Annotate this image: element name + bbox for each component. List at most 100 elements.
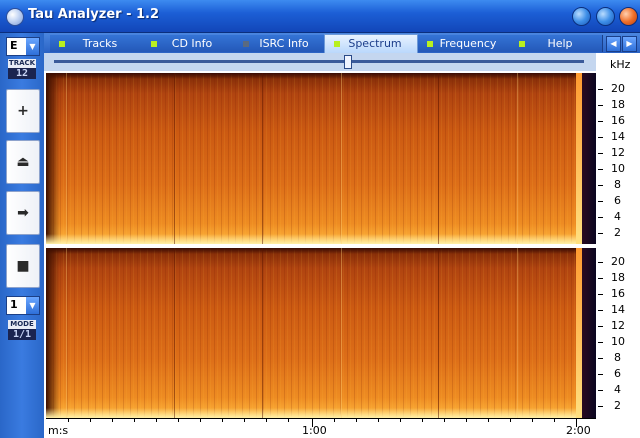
spectrogram-streak xyxy=(341,248,342,418)
freq-tick-line xyxy=(598,121,603,122)
spectrogram-streak xyxy=(174,73,175,244)
mode-value: 1/1 xyxy=(8,329,36,340)
freq-tick-label: 12 xyxy=(611,319,625,332)
time-tick xyxy=(510,419,511,422)
freq-tick-line xyxy=(598,278,603,279)
time-axis: m:s 1:00 2:00 xyxy=(46,418,596,438)
freq-tick-line xyxy=(598,294,603,295)
freq-tick-label: 18 xyxy=(611,98,625,111)
drive-select[interactable]: E ▼ xyxy=(6,37,40,56)
minimize-button[interactable] xyxy=(572,7,591,26)
time-tick xyxy=(400,419,401,422)
freq-tick-line xyxy=(598,201,603,202)
window-title: Tau Analyzer - 1.2 xyxy=(28,7,160,22)
maximize-button[interactable] xyxy=(596,7,615,26)
tab-cd-info[interactable]: CD Info xyxy=(142,35,235,52)
time-tick xyxy=(488,419,489,422)
chevron-down-icon[interactable]: ▼ xyxy=(26,38,39,55)
spectrogram-low-freq-glow xyxy=(46,234,596,244)
drive-select-value: E xyxy=(10,39,18,52)
freq-tick-label: 4 xyxy=(614,383,621,396)
time-tick xyxy=(288,419,289,422)
time-tick xyxy=(112,419,113,422)
freq-tick-label: 20 xyxy=(611,255,625,268)
tab-scroll-right-button[interactable]: ▶ xyxy=(622,36,637,52)
spectrogram-left-edge xyxy=(46,73,60,244)
frequency-unit-label: kHz xyxy=(610,58,631,71)
tab-bar: Tracks CD Info ISRC Info Spectrum Freque… xyxy=(44,33,640,54)
tab-help[interactable]: Help xyxy=(510,35,603,52)
slider-thumb[interactable] xyxy=(344,55,352,69)
freq-tick-line xyxy=(598,137,603,138)
freq-tick-label: 8 xyxy=(614,351,621,364)
time-tick xyxy=(334,419,335,422)
freq-tick-label: 6 xyxy=(614,194,621,207)
track-label: TRACK xyxy=(8,59,36,68)
freq-tick-label: 12 xyxy=(611,146,625,159)
stop-button[interactable]: ■ xyxy=(6,244,40,288)
freq-tick-line xyxy=(598,105,603,106)
freq-tick-line xyxy=(598,374,603,375)
time-axis-line xyxy=(46,418,596,419)
mode-label: MODE xyxy=(8,320,36,329)
title-bar: Tau Analyzer - 1.2 xyxy=(0,0,640,33)
freq-tick-line xyxy=(598,217,603,218)
mode-select-value: 1 xyxy=(10,298,18,311)
freq-tick-line xyxy=(598,390,603,391)
freq-tick-label: 16 xyxy=(611,287,625,300)
freq-tick-label: 6 xyxy=(614,367,621,380)
time-label-2-00: 2:00 xyxy=(566,424,591,437)
spectrogram-streak xyxy=(517,73,518,244)
freq-tick-label: 10 xyxy=(611,335,625,348)
spectrogram-tail xyxy=(582,248,596,418)
freq-tick-label: 14 xyxy=(611,130,625,143)
tab-frequency[interactable]: Frequency xyxy=(418,35,511,52)
spectrogram-streak xyxy=(66,73,67,244)
app-icon[interactable] xyxy=(6,8,24,26)
freq-tick-line xyxy=(598,358,603,359)
freq-tick-line xyxy=(598,342,603,343)
eject-button[interactable]: ⏏ xyxy=(6,140,40,184)
freq-tick-label: 16 xyxy=(611,114,625,127)
spectrogram-streak xyxy=(174,248,175,418)
spectrogram-streak xyxy=(517,248,518,418)
add-button[interactable]: + xyxy=(6,89,40,133)
tab-isrc-info[interactable]: ISRC Info xyxy=(234,35,327,52)
time-tick xyxy=(90,419,91,422)
time-tick xyxy=(156,419,157,422)
time-unit-label: m:s xyxy=(48,424,69,437)
position-slider[interactable] xyxy=(44,53,596,71)
freq-tick-label: 10 xyxy=(611,162,625,175)
freq-tick-line xyxy=(598,185,603,186)
control-sidebar: E ▼ TRACK 12 + ⏏ ➡ ■ 1 ▼ MODE 1/1 xyxy=(0,33,44,438)
freq-tick-line xyxy=(598,169,603,170)
freq-tick-line xyxy=(598,310,603,311)
time-tick xyxy=(554,419,555,422)
play-button[interactable]: ➡ xyxy=(6,191,40,235)
spectrogram-channel-1 xyxy=(46,73,596,244)
spectrogram-channel-2 xyxy=(46,248,596,418)
time-tick xyxy=(134,419,135,422)
spectrogram-left-edge xyxy=(46,248,60,418)
time-tick xyxy=(532,419,533,422)
time-tick xyxy=(266,419,267,422)
mode-select[interactable]: 1 ▼ xyxy=(6,296,40,315)
spectrogram-low-freq-glow xyxy=(46,408,596,418)
time-tick xyxy=(68,419,69,422)
close-button[interactable] xyxy=(619,7,638,26)
tab-scroll-left-button[interactable]: ◀ xyxy=(606,36,621,52)
spectrogram-streak xyxy=(341,73,342,244)
time-tick xyxy=(444,419,445,422)
freq-tick-label: 20 xyxy=(611,82,625,95)
chevron-down-icon[interactable]: ▼ xyxy=(26,297,39,314)
plus-icon: + xyxy=(17,103,29,119)
freq-tick-label: 14 xyxy=(611,303,625,316)
tab-tracks[interactable]: Tracks xyxy=(50,35,143,52)
time-tick xyxy=(178,419,179,422)
spectrogram-streak xyxy=(438,73,439,244)
tab-spectrum[interactable]: Spectrum xyxy=(324,34,418,54)
freq-tick-line xyxy=(598,406,603,407)
freq-tick-line xyxy=(598,153,603,154)
slider-track[interactable] xyxy=(54,60,584,63)
time-tick xyxy=(244,419,245,422)
